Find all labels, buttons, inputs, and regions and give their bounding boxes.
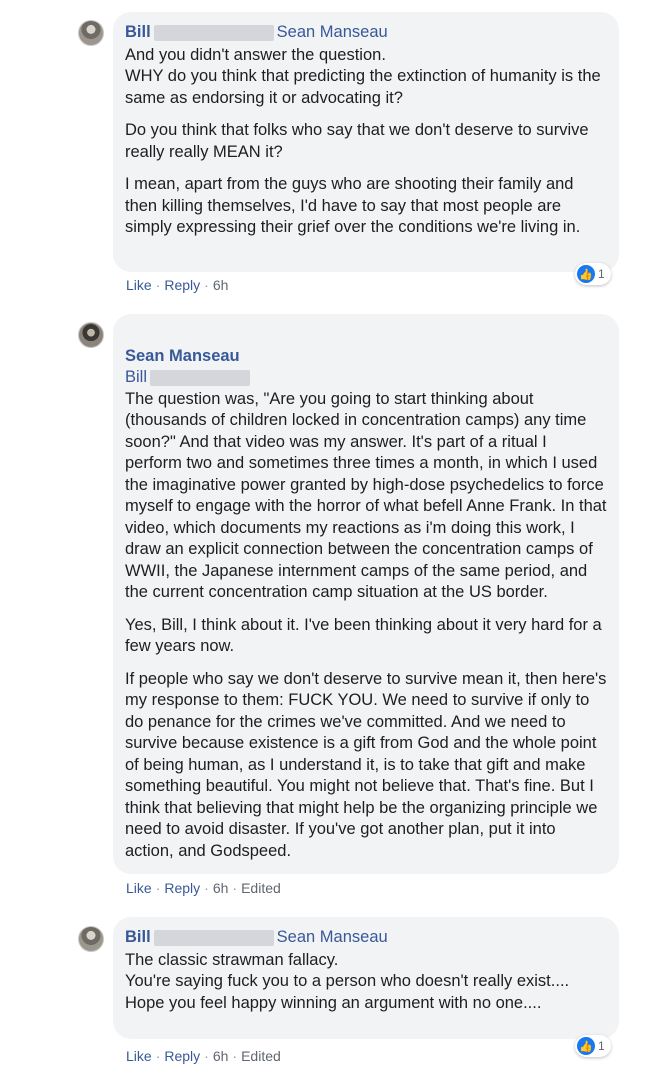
reaction-count: 1: [598, 1039, 605, 1053]
comment-text: Yes, Bill, I think about it. I've been t…: [125, 615, 602, 656]
avatar[interactable]: [78, 20, 104, 46]
comment-text: If people who say we don't deserve to su…: [125, 669, 607, 860]
reaction-count: 1: [598, 267, 605, 281]
comment-text: And you didn't answer the question. WHY …: [125, 45, 601, 107]
reaction-badge[interactable]: 👍 1: [575, 1035, 611, 1057]
edited-label[interactable]: Edited: [241, 1048, 281, 1064]
comment-text: The classic strawman fallacy. You're say…: [125, 950, 570, 1012]
comment-bubble: Bill Sean Manseau And you didn't answer t…: [113, 12, 619, 272]
redacted-name: [150, 369, 251, 386]
reply-link[interactable]: Reply: [164, 277, 200, 293]
comment-author[interactable]: Bill: [125, 928, 151, 946]
like-link[interactable]: Like: [126, 277, 152, 293]
comment-text: Do you think that folks who say that we …: [125, 121, 589, 161]
redacted-name: [153, 24, 274, 41]
redacted-name: [153, 929, 274, 946]
comment-text: I mean, apart from the guys who are shoo…: [125, 175, 581, 236]
reply-tag[interactable]: Sean Manseau: [277, 23, 388, 41]
comment-actions: Like · Reply · 6h · Edited: [126, 1048, 281, 1064]
timestamp[interactable]: 6h: [213, 1048, 229, 1064]
reply-link[interactable]: Reply: [164, 880, 200, 896]
comment-actions: Like · Reply · 6h: [126, 277, 229, 293]
avatar[interactable]: [78, 322, 104, 348]
comment-actions: Like · Reply · 6h · Edited: [126, 880, 281, 896]
reply-link[interactable]: Reply: [164, 1048, 200, 1064]
reaction-badge[interactable]: 👍 1: [575, 263, 611, 285]
reply-tag[interactable]: Sean Manseau: [277, 928, 388, 946]
thumbs-up-icon: 👍: [577, 1037, 595, 1055]
comment-text: The question was, "Are you going to star…: [125, 389, 607, 602]
timestamp[interactable]: 6h: [213, 277, 229, 293]
comment-author[interactable]: Sean Manseau: [125, 347, 240, 365]
comment-bubble: Sean Manseau Bill The question was, "Are…: [113, 314, 619, 874]
timestamp[interactable]: 6h: [213, 880, 229, 896]
comment-bubble: Bill Sean Manseau The classic strawman fa…: [113, 917, 619, 1039]
like-link[interactable]: Like: [126, 880, 152, 896]
comment-author[interactable]: Bill: [125, 23, 151, 41]
reply-tag[interactable]: Bill: [125, 368, 147, 386]
thumbs-up-icon: 👍: [577, 265, 595, 283]
avatar[interactable]: [78, 926, 104, 952]
edited-label[interactable]: Edited: [241, 880, 281, 896]
like-link[interactable]: Like: [126, 1048, 152, 1064]
